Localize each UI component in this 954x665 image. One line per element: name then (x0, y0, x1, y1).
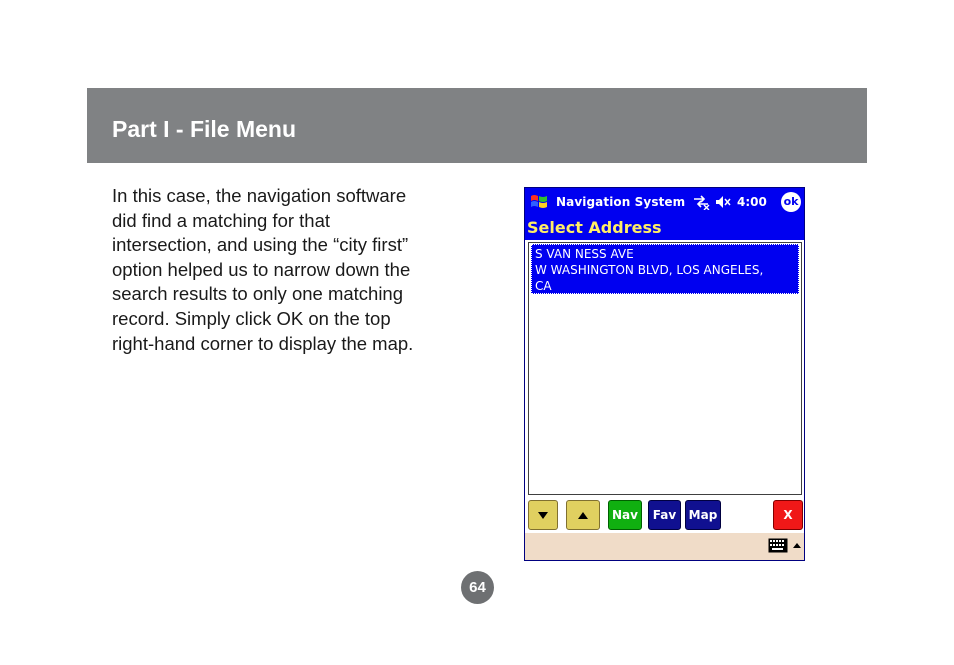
body-line: option helped us to narrow down the (112, 258, 411, 280)
select-address-title: Select Address (527, 218, 662, 237)
body-line: did find a matching for that (112, 209, 331, 231)
move-up-button[interactable] (566, 500, 600, 530)
body-line: In this case, the navigation software (112, 185, 407, 206)
device-title-bar: Navigation System 4:00 ok (525, 188, 804, 216)
body-line: intersection, and using the “city first” (112, 234, 409, 256)
body-line: search results to only one matching (112, 283, 404, 305)
header-bar: Part I - File Menu (87, 88, 867, 163)
volume-icon[interactable] (714, 194, 732, 210)
address-list[interactable]: S VAN NESS AVE W WASHINGTON BLVD, LOS AN… (528, 242, 802, 495)
windows-start-icon[interactable] (528, 191, 550, 213)
sip-up-arrow-icon[interactable] (793, 543, 801, 548)
device-clock[interactable]: 4:00 (737, 195, 767, 209)
body-line: right-hand corner to display the map. (112, 332, 414, 354)
nav-button[interactable]: Nav (608, 500, 642, 530)
close-button[interactable]: X (773, 500, 803, 530)
page-title: Part I - File Menu (112, 116, 297, 142)
move-down-button[interactable] (528, 500, 558, 530)
down-arrow-icon (538, 512, 548, 519)
keyboard-icon[interactable] (768, 538, 788, 553)
device-menu-bar (525, 533, 804, 560)
list-item-line: W WASHINGTON BLVD, LOS ANGELES, (535, 263, 764, 277)
select-address-bar: Select Address (525, 216, 804, 240)
device-screenshot: Navigation System 4:00 ok Select Address… (524, 187, 805, 561)
page-number: 64 (461, 571, 494, 604)
map-button[interactable]: Map (685, 500, 721, 530)
body-paragraph: In this case, the navigation software di… (112, 184, 452, 356)
ok-button[interactable]: ok (781, 192, 801, 212)
list-item-line: CA (535, 279, 552, 293)
connectivity-icon[interactable] (692, 194, 710, 210)
list-item-line: S VAN NESS AVE (535, 247, 634, 261)
list-item[interactable]: S VAN NESS AVE W WASHINGTON BLVD, LOS AN… (531, 244, 799, 294)
device-toolbar: Nav Fav Map X (525, 497, 804, 533)
up-arrow-icon (578, 512, 588, 519)
device-app-title: Navigation System (556, 195, 686, 209)
body-line: record. Simply click OK on the top (112, 307, 391, 329)
fav-button[interactable]: Fav (648, 500, 681, 530)
